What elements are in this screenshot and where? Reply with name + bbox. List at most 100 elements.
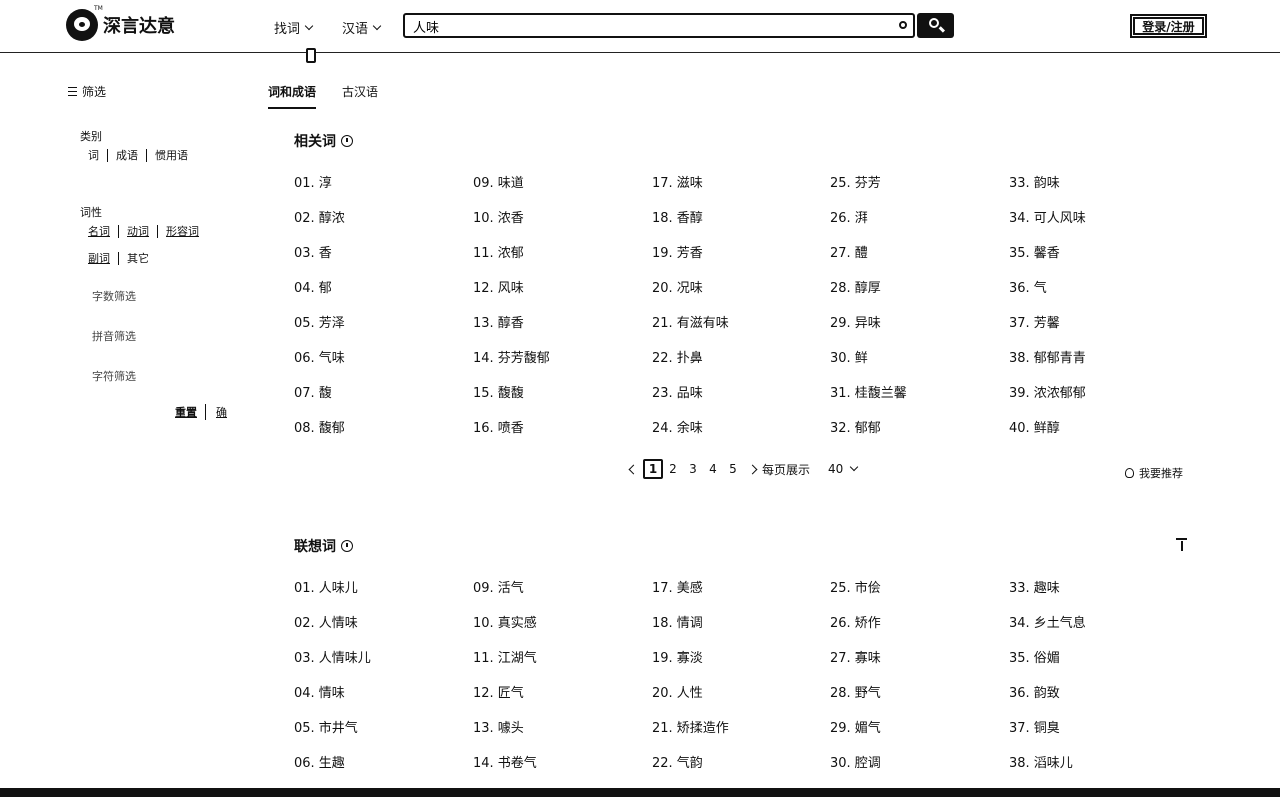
word-item[interactable]: 25. 市侩 <box>830 577 881 596</box>
word-item[interactable]: 13. 醇香 <box>473 312 524 331</box>
word-item[interactable]: 08. 馥郁 <box>294 417 345 436</box>
word-item[interactable]: 21. 矫揉造作 <box>652 717 729 736</box>
confirm-button[interactable]: 确 <box>216 404 227 420</box>
word-item[interactable]: 11. 浓郁 <box>473 242 524 261</box>
word-item[interactable]: 03. 人情味儿 <box>294 647 371 666</box>
word-item[interactable]: 38. 郁郁青青 <box>1009 347 1086 366</box>
pos-option-noun[interactable]: 名词 <box>88 225 119 238</box>
word-item[interactable]: 19. 芳香 <box>652 242 703 261</box>
word-item[interactable]: 17. 美感 <box>652 577 703 596</box>
word-item[interactable]: 37. 铜臭 <box>1009 717 1060 736</box>
word-item[interactable]: 02. 人情味 <box>294 612 358 631</box>
word-item[interactable]: 18. 香醇 <box>652 207 703 226</box>
word-item[interactable]: 38. 滔味儿 <box>1009 752 1073 771</box>
pos-option-adverb[interactable]: 副词 <box>88 252 119 265</box>
word-item[interactable]: 30. 鲜 <box>830 347 868 366</box>
word-item[interactable]: 35. 馨香 <box>1009 242 1060 261</box>
word-item[interactable]: 11. 江湖气 <box>473 647 537 666</box>
page-3[interactable]: 3 <box>683 462 703 476</box>
info-icon[interactable] <box>341 135 353 147</box>
word-item[interactable]: 33. 趣味 <box>1009 577 1060 596</box>
word-item[interactable]: 39. 浓浓郁郁 <box>1009 382 1086 401</box>
word-item[interactable]: 14. 芬芳馥郁 <box>473 347 550 366</box>
word-item[interactable]: 25. 芬芳 <box>830 172 881 191</box>
pinyin-filter[interactable]: 拼音筛选 <box>92 328 136 344</box>
word-item[interactable]: 26. 矫作 <box>830 612 881 631</box>
word-item[interactable]: 21. 有滋有味 <box>652 312 729 331</box>
reset-button[interactable]: 重置 <box>175 404 206 420</box>
word-item[interactable]: 04. 情味 <box>294 682 345 701</box>
word-item[interactable]: 22. 扑鼻 <box>652 347 703 366</box>
search-input[interactable] <box>413 17 873 35</box>
char-count-filter[interactable]: 字数筛选 <box>92 288 136 304</box>
word-item[interactable]: 26. 湃 <box>830 207 868 226</box>
pos-option-other[interactable]: 其它 <box>127 252 157 265</box>
word-item[interactable]: 30. 腔调 <box>830 752 881 771</box>
word-item[interactable]: 01. 人味儿 <box>294 577 358 596</box>
word-item[interactable]: 18. 情调 <box>652 612 703 631</box>
word-item[interactable]: 17. 滋味 <box>652 172 703 191</box>
word-item[interactable]: 12. 匠气 <box>473 682 524 701</box>
word-item[interactable]: 07. 馥 <box>294 382 332 401</box>
word-item[interactable]: 24. 余味 <box>652 417 703 436</box>
word-item[interactable]: 32. 郁郁 <box>830 417 881 436</box>
mobile-icon[interactable] <box>306 48 316 63</box>
back-to-top-icon[interactable] <box>1176 538 1187 551</box>
nav-chinese[interactable]: 汉语 <box>342 18 382 37</box>
word-item[interactable]: 05. 市井气 <box>294 717 358 736</box>
page-2[interactable]: 2 <box>663 462 683 476</box>
word-item[interactable]: 13. 噱头 <box>473 717 524 736</box>
word-item[interactable]: 01. 淳 <box>294 172 332 191</box>
clear-icon[interactable] <box>899 21 907 29</box>
word-item[interactable]: 27. 寡味 <box>830 647 881 666</box>
word-item[interactable]: 12. 风味 <box>473 277 524 296</box>
word-item[interactable]: 31. 桂馥兰馨 <box>830 382 907 401</box>
chevron-down-icon[interactable] <box>850 462 859 472</box>
pos-option-adjective[interactable]: 形容词 <box>166 225 207 238</box>
login-register-button[interactable]: 登录/注册 <box>1130 14 1207 38</box>
word-item[interactable]: 33. 韵味 <box>1009 172 1060 191</box>
word-item[interactable]: 36. 气 <box>1009 277 1047 296</box>
word-item[interactable]: 03. 香 <box>294 242 332 261</box>
chevron-left-icon[interactable] <box>628 464 639 474</box>
word-item[interactable]: 34. 可人风味 <box>1009 207 1086 226</box>
page-5[interactable]: 5 <box>723 462 743 476</box>
search-button[interactable] <box>917 13 954 38</box>
word-item[interactable]: 20. 人性 <box>652 682 703 701</box>
per-page-select[interactable]: 40 <box>828 462 843 476</box>
word-item[interactable]: 22. 气韵 <box>652 752 703 771</box>
word-item[interactable]: 37. 芳馨 <box>1009 312 1060 331</box>
page-4[interactable]: 4 <box>703 462 723 476</box>
word-item[interactable]: 23. 品味 <box>652 382 703 401</box>
word-item[interactable]: 27. 醴 <box>830 242 868 261</box>
word-item[interactable]: 36. 韵致 <box>1009 682 1060 701</box>
word-item[interactable]: 09. 味道 <box>473 172 524 191</box>
word-item[interactable]: 28. 野气 <box>830 682 881 701</box>
category-option-word[interactable]: 词 <box>88 149 108 162</box>
word-item[interactable]: 15. 馥馥 <box>473 382 524 401</box>
nav-find-words[interactable]: 找词 <box>274 18 314 37</box>
character-filter[interactable]: 字符筛选 <box>92 368 136 384</box>
word-item[interactable]: 40. 鲜醇 <box>1009 417 1060 436</box>
word-item[interactable]: 02. 醇浓 <box>294 207 345 226</box>
word-item[interactable]: 09. 活气 <box>473 577 524 596</box>
word-item[interactable]: 16. 喷香 <box>473 417 524 436</box>
word-item[interactable]: 29. 媚气 <box>830 717 881 736</box>
info-icon[interactable] <box>341 540 353 552</box>
word-item[interactable]: 34. 乡土气息 <box>1009 612 1086 631</box>
pos-option-verb[interactable]: 动词 <box>127 225 158 238</box>
word-item[interactable]: 14. 书卷气 <box>473 752 537 771</box>
word-item[interactable]: 06. 生趣 <box>294 752 345 771</box>
word-item[interactable]: 04. 郁 <box>294 277 332 296</box>
site-logo[interactable]: 深言达意 <box>66 9 175 41</box>
category-option-idiom[interactable]: 成语 <box>116 149 147 162</box>
word-item[interactable]: 19. 寡淡 <box>652 647 703 666</box>
filter-title[interactable]: 筛选 <box>68 83 106 100</box>
chevron-right-icon[interactable] <box>747 464 758 474</box>
tab-classical-chinese[interactable]: 古汉语 <box>342 83 378 109</box>
category-option-phrase[interactable]: 惯用语 <box>155 149 196 162</box>
word-item[interactable]: 06. 气味 <box>294 347 345 366</box>
word-item[interactable]: 28. 醇厚 <box>830 277 881 296</box>
recommend-link[interactable]: 我要推荐 <box>1125 465 1183 481</box>
word-item[interactable]: 10. 真实感 <box>473 612 537 631</box>
